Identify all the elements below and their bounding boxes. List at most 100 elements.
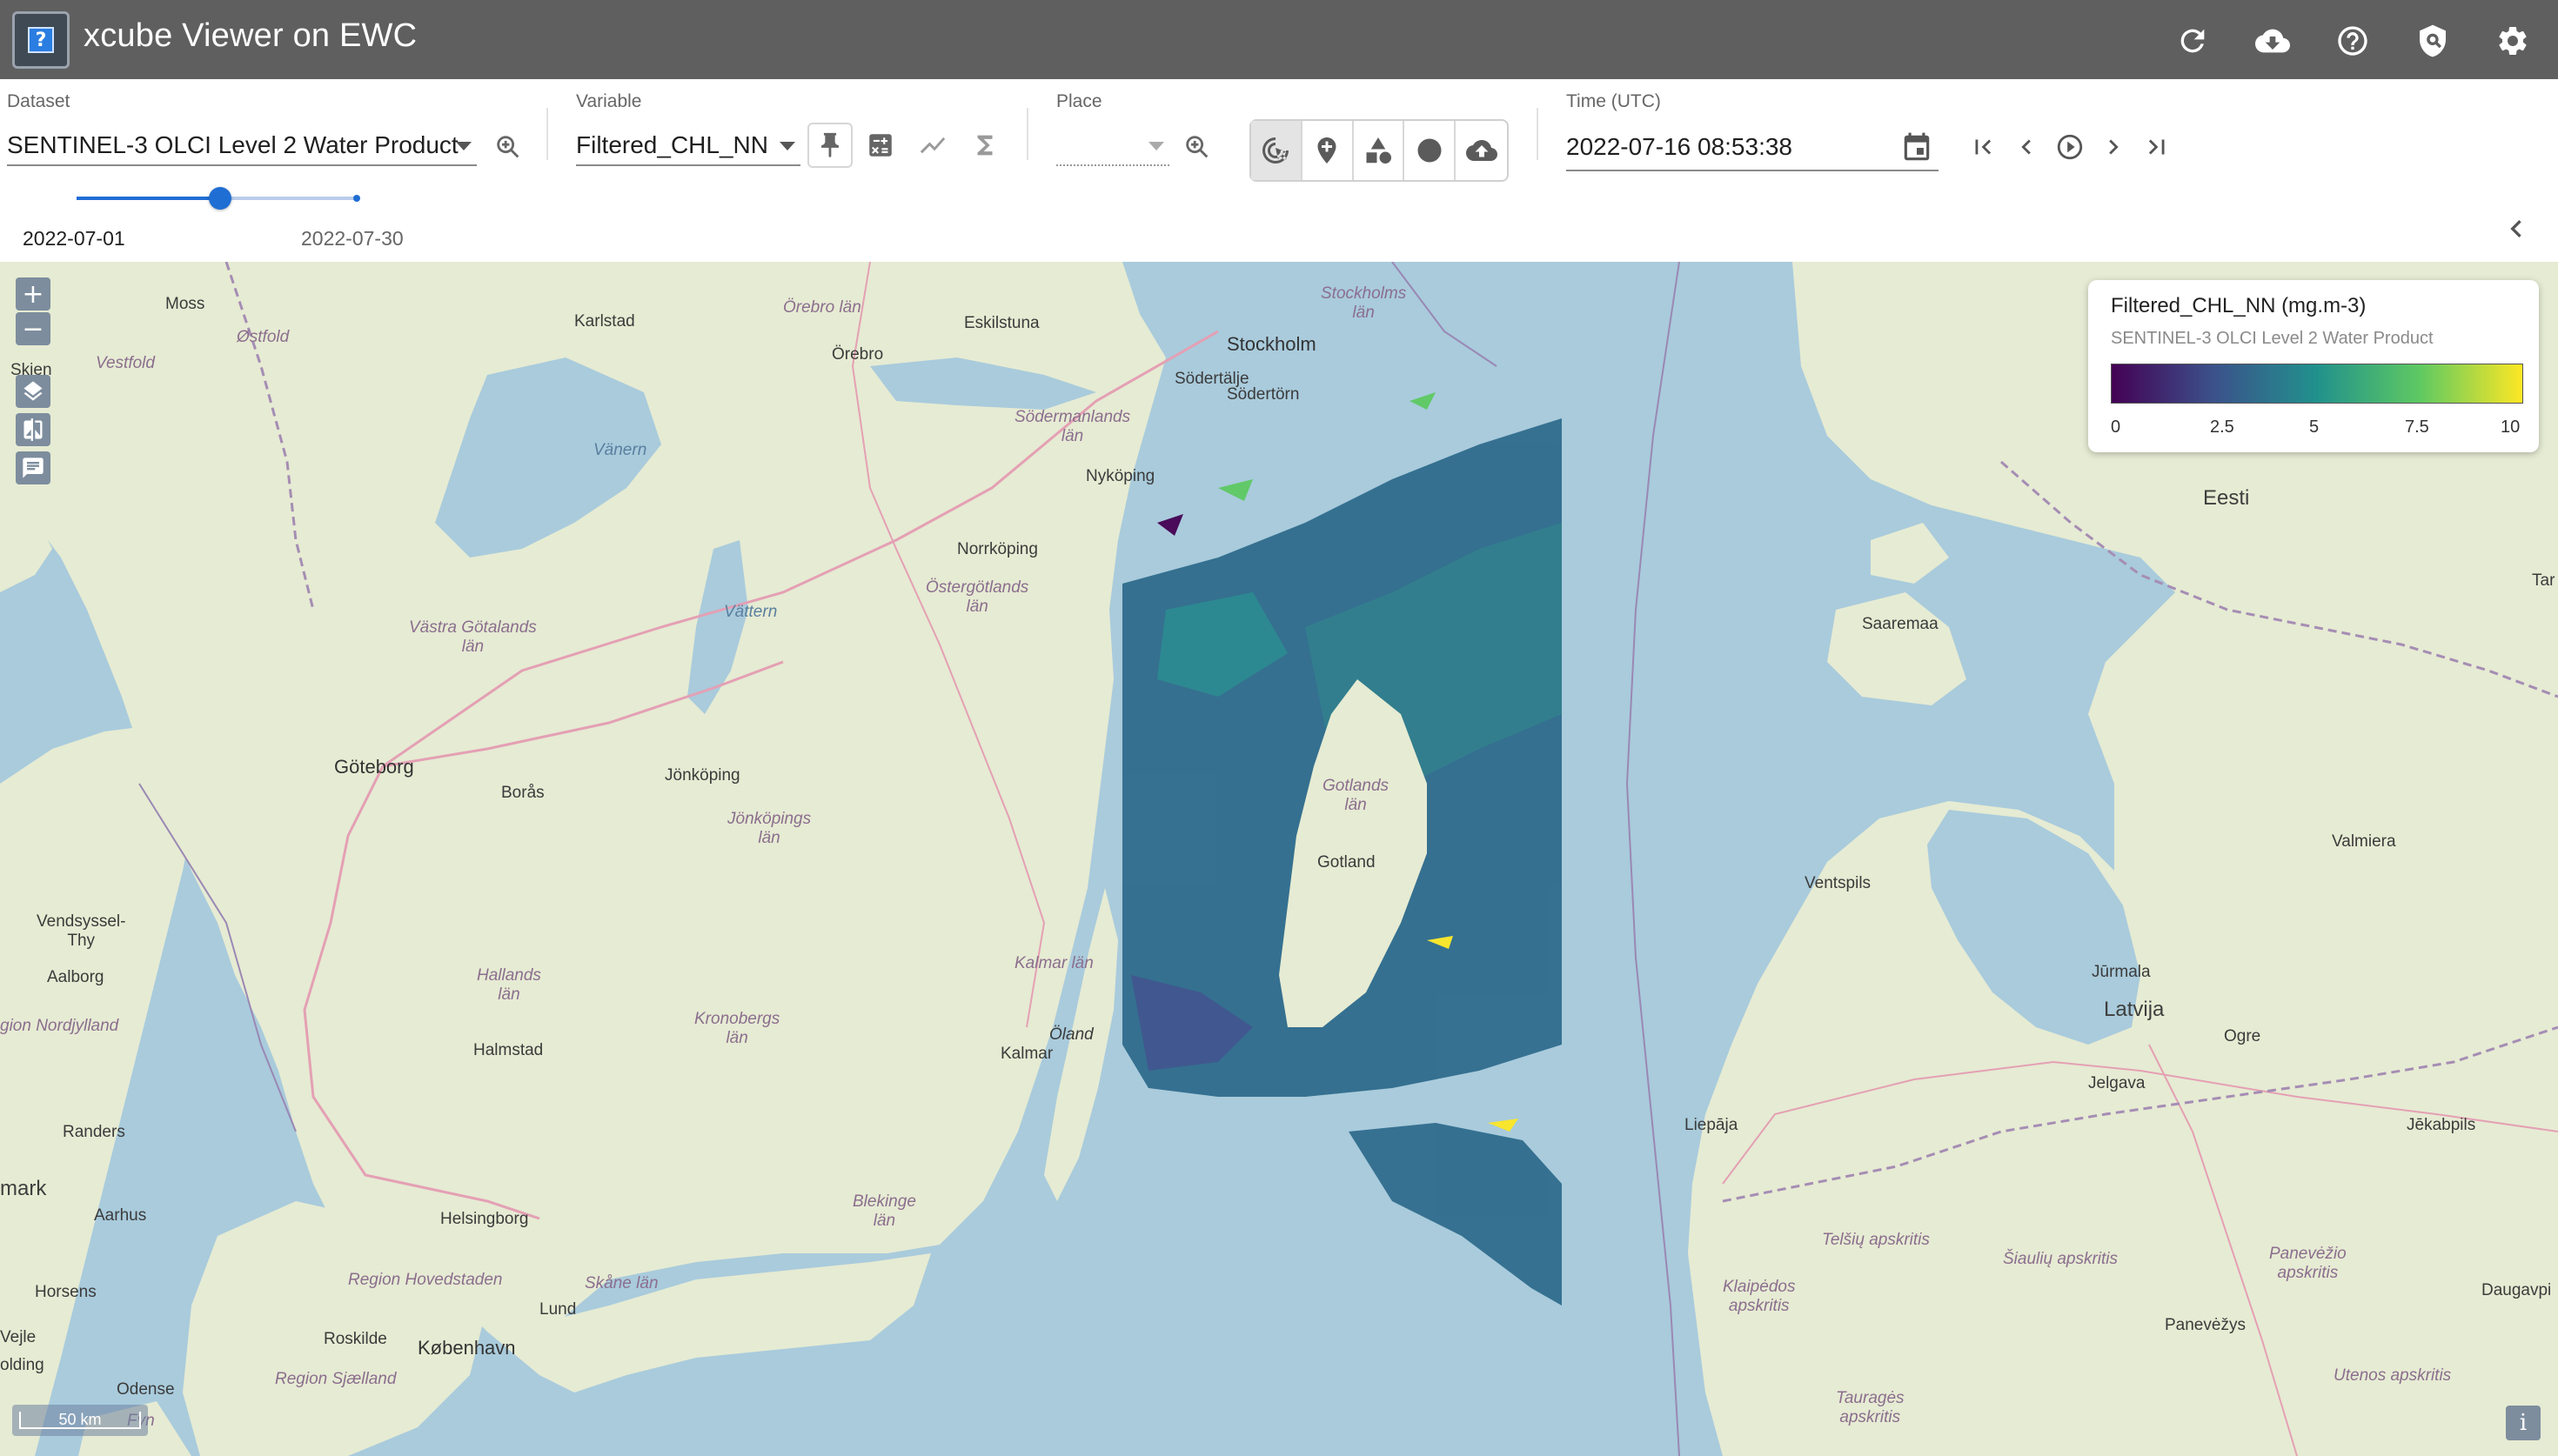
map-label: Ogre [2224,1027,2261,1045]
color-legend[interactable]: Filtered_CHL_NN (mg.m-3) SENTINEL-3 OLCI… [2088,280,2539,452]
upload-places-button[interactable] [1456,121,1507,180]
play-button[interactable] [2053,124,2086,170]
message-icon [23,458,44,478]
chevron-left-icon [2510,220,2521,237]
legend-tick: 7.5 [2405,417,2429,437]
next-step-button[interactable] [2097,124,2130,170]
select-mode-button[interactable] [1251,121,1302,180]
info-panel-button[interactable] [16,451,50,484]
colorbar[interactable] [2111,364,2523,404]
time-input[interactable]: 2022-07-16 08:53:38 [1566,124,1939,171]
attribution-button[interactable]: i [2506,1406,2541,1440]
dataset-select[interactable]: SENTINEL-3 OLCI Level 2 Water Product [7,126,477,166]
map-interaction-group [1249,119,1509,182]
circle-icon [1417,138,1442,163]
last-step-button[interactable] [2140,124,2173,170]
help-icon[interactable] [2328,17,2377,65]
calendar-icon[interactable] [1900,131,1933,164]
map-label: Jönköpings län [727,810,812,847]
map-label: Valmiera [2332,832,2396,851]
appbar-actions [2168,17,2537,65]
map-label: Šiaulių apskritis [2003,1250,2118,1268]
map-label: Helsingborg [440,1210,529,1228]
shapes-icon [1366,137,1391,164]
map-label: Utenos apskritis [2334,1366,2452,1385]
legend-tick: 2.5 [2210,417,2234,437]
divider [1537,108,1538,160]
map-label: Latvija [2104,998,2165,1021]
place-info-button[interactable] [1175,124,1220,170]
map-label: mark [0,1177,47,1200]
map-label: Ventspils [1805,874,1872,892]
map-label: Gotlands län [1323,777,1389,814]
scale-label: 50 km [19,1412,141,1429]
dataset-info-button[interactable] [485,124,531,170]
add-point-button[interactable] [1302,121,1354,180]
map-label: Gotland [1317,853,1376,872]
map-label: Halmstad [473,1041,544,1059]
map-label: Eesti [2203,486,2250,510]
user-variables-button[interactable] [858,123,903,168]
map-label: Vejle [0,1328,37,1346]
map-label: Jēkabpils [2407,1116,2476,1134]
collapse-sidebar-button[interactable] [2499,211,2534,246]
chevron-down-icon [1148,142,1164,150]
time-value: 2022-07-16 08:53:38 [1566,133,1792,160]
settings-icon[interactable] [2488,17,2537,65]
map-label: Randers [63,1123,125,1141]
legend-subtitle: SENTINEL-3 OLCI Level 2 Water Product [2111,329,2434,348]
statistics-button[interactable] [962,123,1008,168]
prev-step-button[interactable] [2010,124,2043,170]
refresh-icon[interactable] [2168,17,2217,65]
play-circle-icon [2057,134,2083,160]
time-player [1966,124,2173,170]
maritime-boundary [1625,262,1680,1456]
map-label: Vättern [724,603,778,621]
map-label: Vestfold [96,354,155,372]
dataset-value: SENTINEL-3 OLCI Level 2 Water Product [7,131,459,158]
map-label: Region Sjælland [275,1370,397,1388]
map-label: Vänern [593,441,647,459]
map-label: olding [0,1356,44,1374]
split-view-button[interactable] [16,413,50,446]
add-circle-button[interactable] [1404,121,1456,180]
map-label: Odense [117,1380,175,1399]
map-label: Lund [539,1300,577,1319]
app-bar: ? xcube Viewer on EWC [0,0,2558,79]
map-label: Skåne län [585,1274,659,1292]
map-label: Panevėžio apskritis [2269,1245,2347,1282]
pin-variable-button[interactable] [807,123,853,168]
time-series-button[interactable] [910,123,955,168]
layers-button[interactable] [16,375,50,408]
map-label: Södermanlands län [1014,408,1131,445]
map-label: Blekinge län [853,1192,916,1230]
add-polygon-button[interactable] [1354,121,1405,180]
map-label: Södertörn [1227,385,1300,404]
time-slider-start-label: 2022-07-01 [23,227,125,250]
map-label: Klaipėdos apskritis [1723,1278,1796,1315]
map-label: Öland [1049,1025,1094,1044]
last-page-icon [2148,139,2165,155]
map-label: Østfold [237,328,290,346]
add-location-icon [1317,137,1336,164]
map-label: Vendsyssel- Thy [37,912,126,950]
map-label: Stockholm [1227,333,1316,355]
legend-title: Filtered_CHL_NN (mg.m-3) [2111,294,2367,317]
zoom-in-button[interactable]: + [16,277,50,311]
variable-label: Variable [576,91,642,111]
variable-select[interactable]: Filtered_CHL_NN [576,126,800,166]
map-label: Tauragės apskritis [1836,1389,1905,1426]
time-slider-thumb[interactable] [209,187,231,210]
map-label: Borås [501,784,545,802]
map-label: Eskilstuna [964,314,1040,332]
cloud-download-icon[interactable] [2248,17,2297,65]
place-select[interactable] [1056,126,1169,166]
cloud-upload-icon [1465,140,1497,161]
first-step-button[interactable] [1966,124,1999,170]
map-label: Region Hovedstaden [348,1271,503,1289]
map-label: Västra Götalands län [409,618,537,656]
legend-tick: 0 [2111,417,2121,437]
map-label: Liepāja [1684,1116,1738,1134]
shield-icon[interactable] [2408,17,2457,65]
zoom-out-button[interactable]: − [16,312,50,345]
